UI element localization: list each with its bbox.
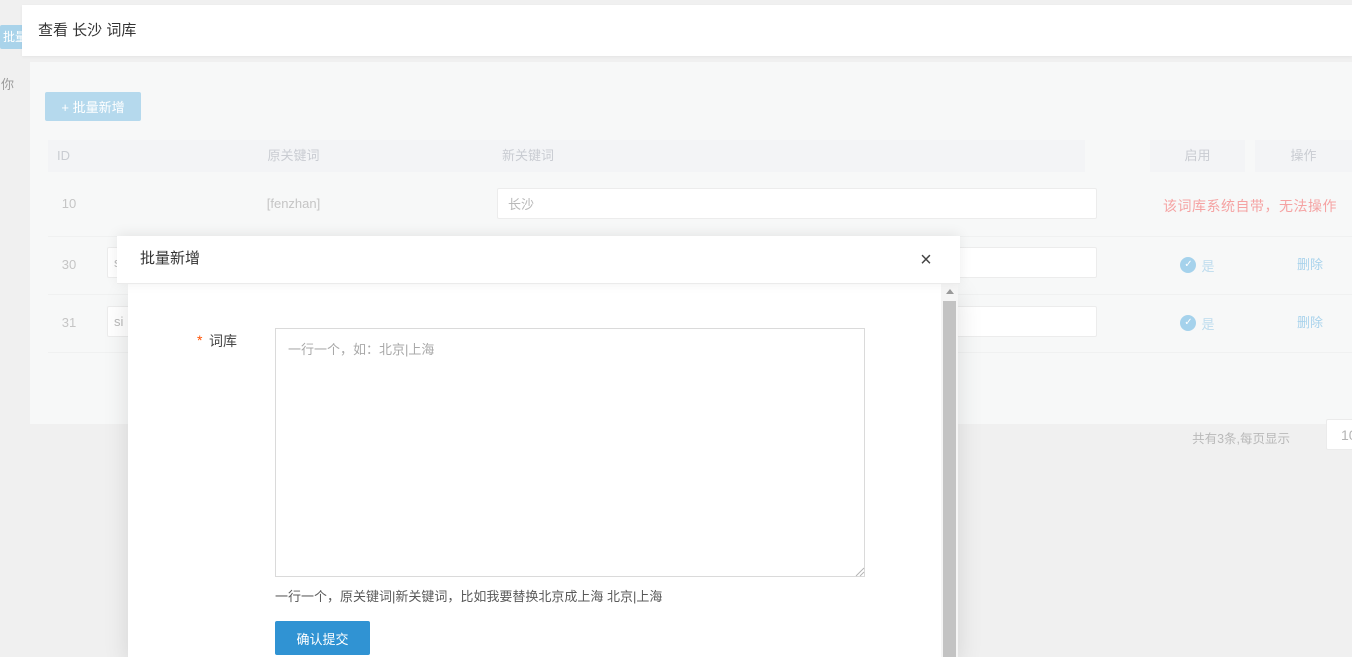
column-header-operation: 操作 xyxy=(1255,140,1352,172)
enabled-label: 是 xyxy=(1201,256,1214,275)
row-id: 31 xyxy=(48,294,90,352)
row-original-keyword: [fenzhan] xyxy=(90,172,497,236)
required-mark: * xyxy=(197,332,202,348)
row-id: 10 xyxy=(48,172,90,236)
modal-scrollbar[interactable] xyxy=(941,284,958,657)
triangle-up-icon xyxy=(946,289,954,294)
confirm-submit-button[interactable]: 确认提交 xyxy=(275,621,370,655)
modal-header: 批量新增 × xyxy=(117,236,960,284)
pagination-summary: 共有3条,每页显示 xyxy=(1192,428,1290,447)
row-id: 30 xyxy=(48,236,90,294)
enabled-cell: ✓ 是 xyxy=(1150,294,1245,352)
modal-title: 批量新增 xyxy=(140,236,200,284)
scrollbar-thumb[interactable] xyxy=(943,301,956,657)
enabled-cell: ✓ 是 xyxy=(1150,236,1245,294)
modal-body: * 词库 一行一个，原关键词|新关键词，比如我要替换北京成上海 北京|上海 确认… xyxy=(128,284,958,657)
page-size-value: 100 xyxy=(1341,427,1352,443)
page: 批量 你 查看 长沙 词库 + 批量新增 ID 原关键词 新关键词 启用 操作 … xyxy=(0,0,1352,657)
column-header-original: 原关键词 xyxy=(90,140,497,172)
enabled-label: 是 xyxy=(1201,314,1214,333)
page-header: 查看 长沙 词库 xyxy=(22,5,1352,56)
check-circle-icon: ✓ xyxy=(1180,257,1196,273)
delete-link[interactable]: 删除 xyxy=(1255,294,1352,352)
column-header-enabled: 启用 xyxy=(1150,140,1245,172)
new-keyword-input[interactable] xyxy=(497,188,1097,219)
check-circle-icon: ✓ xyxy=(1180,315,1196,331)
delete-link[interactable]: 删除 xyxy=(1255,236,1352,294)
system-row-note: 该词库系统自带，无法操作 xyxy=(1163,196,1337,216)
form-label: 词库 xyxy=(209,331,237,351)
scrollbar-up-button[interactable] xyxy=(941,284,958,299)
form-hint: 一行一个，原关键词|新关键词，比如我要替换北京成上海 北京|上海 xyxy=(275,586,662,605)
background-text-partial: 你 xyxy=(1,74,14,93)
column-header-new: 新关键词 xyxy=(497,140,1085,172)
page-title: 查看 长沙 词库 xyxy=(38,5,136,56)
batch-add-button[interactable]: + 批量新增 xyxy=(45,92,141,121)
wordlist-textarea[interactable] xyxy=(275,328,865,577)
column-header-id: ID xyxy=(48,140,90,172)
page-size-select[interactable]: 100 xyxy=(1326,419,1352,450)
close-icon[interactable]: × xyxy=(914,248,938,272)
